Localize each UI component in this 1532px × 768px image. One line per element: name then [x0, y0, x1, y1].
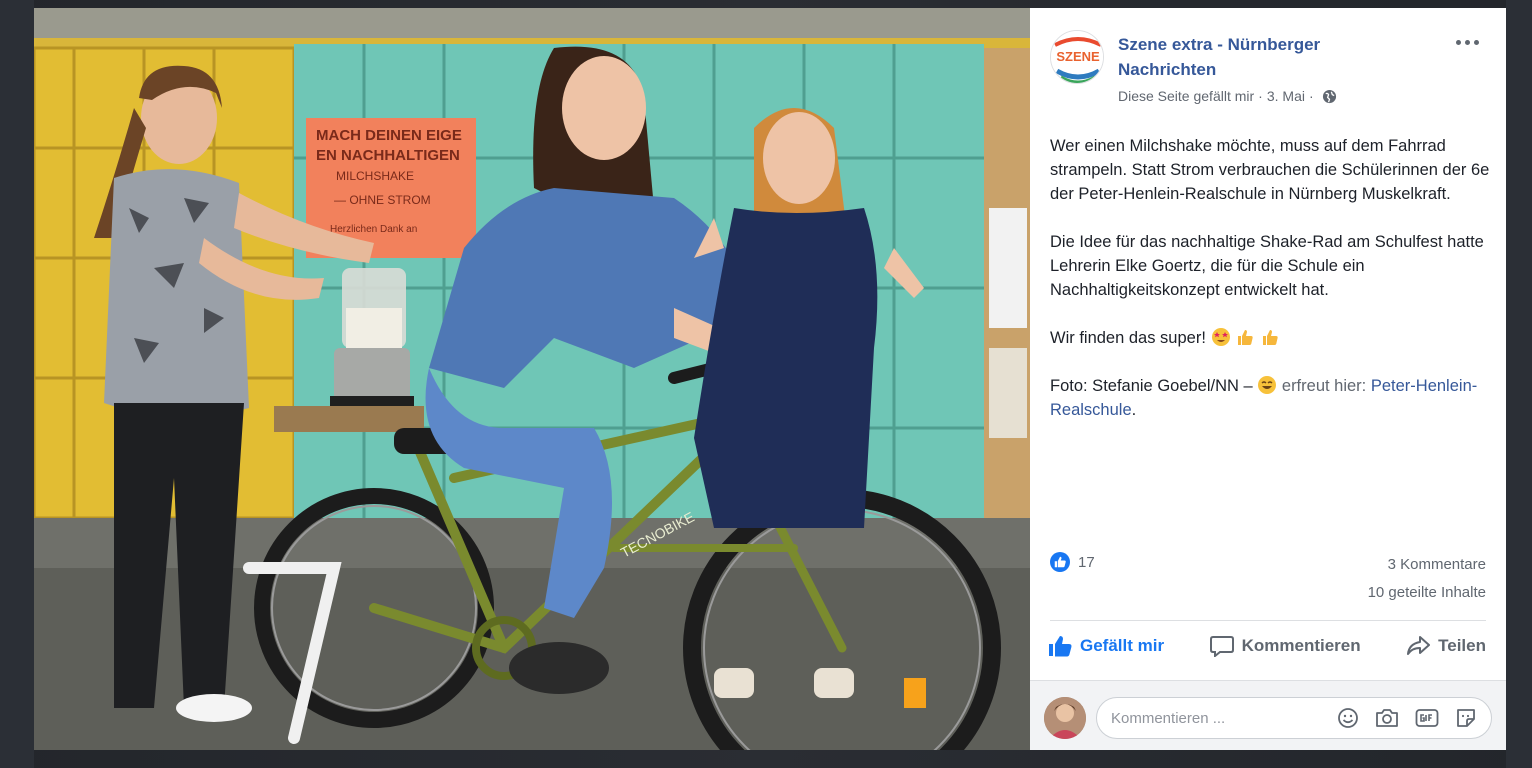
comment-tools	[1337, 707, 1477, 729]
post-paragraph-3-text: Wir finden das super!	[1050, 329, 1206, 347]
sticker-icon[interactable]	[1455, 707, 1477, 729]
poster-line-4: — OHNE STROM	[334, 193, 431, 207]
comment-button[interactable]: Kommentieren	[1209, 635, 1361, 657]
poster-line-3: MILCHSHAKE	[336, 169, 414, 183]
post-paragraph-3: Wir finden das super!	[1050, 326, 1490, 350]
gif-icon[interactable]	[1415, 707, 1439, 729]
poster-line-1: MACH DEINEN EIGE	[316, 127, 462, 144]
photo-illustration: MACH DEINEN EIGE EN NACHHALTIGEN MILCHSH…	[34, 8, 1030, 750]
current-user-avatar[interactable]	[1044, 697, 1086, 739]
post-panel: SZENE Szene extra - Nürnberger Nachricht…	[1030, 8, 1506, 750]
comment-input[interactable]	[1111, 709, 1337, 727]
comment-count[interactable]: 3 Kommentare	[1388, 556, 1486, 573]
thumbs-up-icon	[1049, 636, 1072, 657]
comment-button-label: Kommentieren	[1241, 636, 1361, 655]
share-button-label: Teilen	[1438, 636, 1486, 655]
reactions-summary[interactable]: 17	[1050, 552, 1095, 572]
share-arrow-icon	[1407, 636, 1431, 655]
post-date[interactable]: 3. Mai	[1267, 88, 1305, 104]
photo-credit: Foto: Stefanie Goebel/NN –	[1050, 377, 1253, 395]
post-paragraph-2: Die Idee für das nachhaltige Shake-Rad a…	[1050, 233, 1484, 299]
period: .	[1131, 401, 1137, 419]
star-struck-emoji-icon	[1211, 328, 1230, 346]
meta-separator: ·	[1308, 88, 1314, 104]
post-header: SZENE Szene extra - Nürnberger Nachricht…	[1050, 28, 1486, 108]
comment-input-box[interactable]	[1096, 697, 1492, 739]
share-button[interactable]: Teilen	[1406, 635, 1486, 657]
thumbs-up-emoji-icon	[1238, 330, 1253, 345]
page-avatar[interactable]: SZENE	[1050, 30, 1104, 84]
like-reaction-icon	[1050, 552, 1070, 572]
poster-line-5: Herzlichen Dank an	[330, 224, 417, 235]
background-page-edge	[1506, 0, 1532, 768]
post-stats: 17 3 Kommentare 10 geteilte Inhalte	[1050, 552, 1486, 612]
like-button-label: Gefällt mir	[1080, 636, 1165, 655]
page-avatar-text: SZENE	[1056, 49, 1100, 64]
post-actions: Gefällt mir Kommentieren Teilen	[1048, 628, 1486, 664]
globe-icon[interactable]	[1322, 89, 1337, 104]
comment-composer	[1030, 680, 1506, 750]
background-page-edge	[0, 0, 34, 768]
post-meta: Diese Seite gefällt mir · 3. Mai ·	[1118, 88, 1337, 104]
comment-icon	[1209, 636, 1234, 657]
divider	[1050, 620, 1486, 621]
post-paragraph-1: Wer einen Milchshake möchte, muss auf de…	[1050, 137, 1490, 203]
happy-emoji-icon	[1258, 376, 1277, 394]
meta-separator: ·	[1258, 88, 1263, 104]
poster-line-2: EN NACHHALTIGEN	[316, 147, 460, 164]
post-paragraph-4: Foto: Stefanie Goebel/NN – erfreut hier:…	[1050, 374, 1490, 422]
post-photo[interactable]: MACH DEINEN EIGE EN NACHHALTIGEN MILCHSH…	[34, 8, 1030, 750]
feeling-text: erfreut hier:	[1281, 377, 1367, 395]
post-text: Wer einen Milchshake möchte, muss auf de…	[1050, 134, 1490, 446]
page-name[interactable]: Szene extra - Nürnberger Nachrichten	[1118, 32, 1418, 82]
emoji-picker-icon[interactable]	[1337, 707, 1359, 729]
thumbs-up-emoji-icon	[1262, 330, 1278, 345]
like-page-link[interactable]: Diese Seite gefällt mir	[1118, 88, 1254, 104]
like-button[interactable]: Gefällt mir	[1048, 635, 1164, 657]
like-count: 17	[1078, 553, 1095, 571]
more-options-icon[interactable]	[1452, 32, 1482, 52]
share-count[interactable]: 10 geteilte Inhalte	[1368, 584, 1486, 601]
camera-icon[interactable]	[1375, 707, 1399, 729]
